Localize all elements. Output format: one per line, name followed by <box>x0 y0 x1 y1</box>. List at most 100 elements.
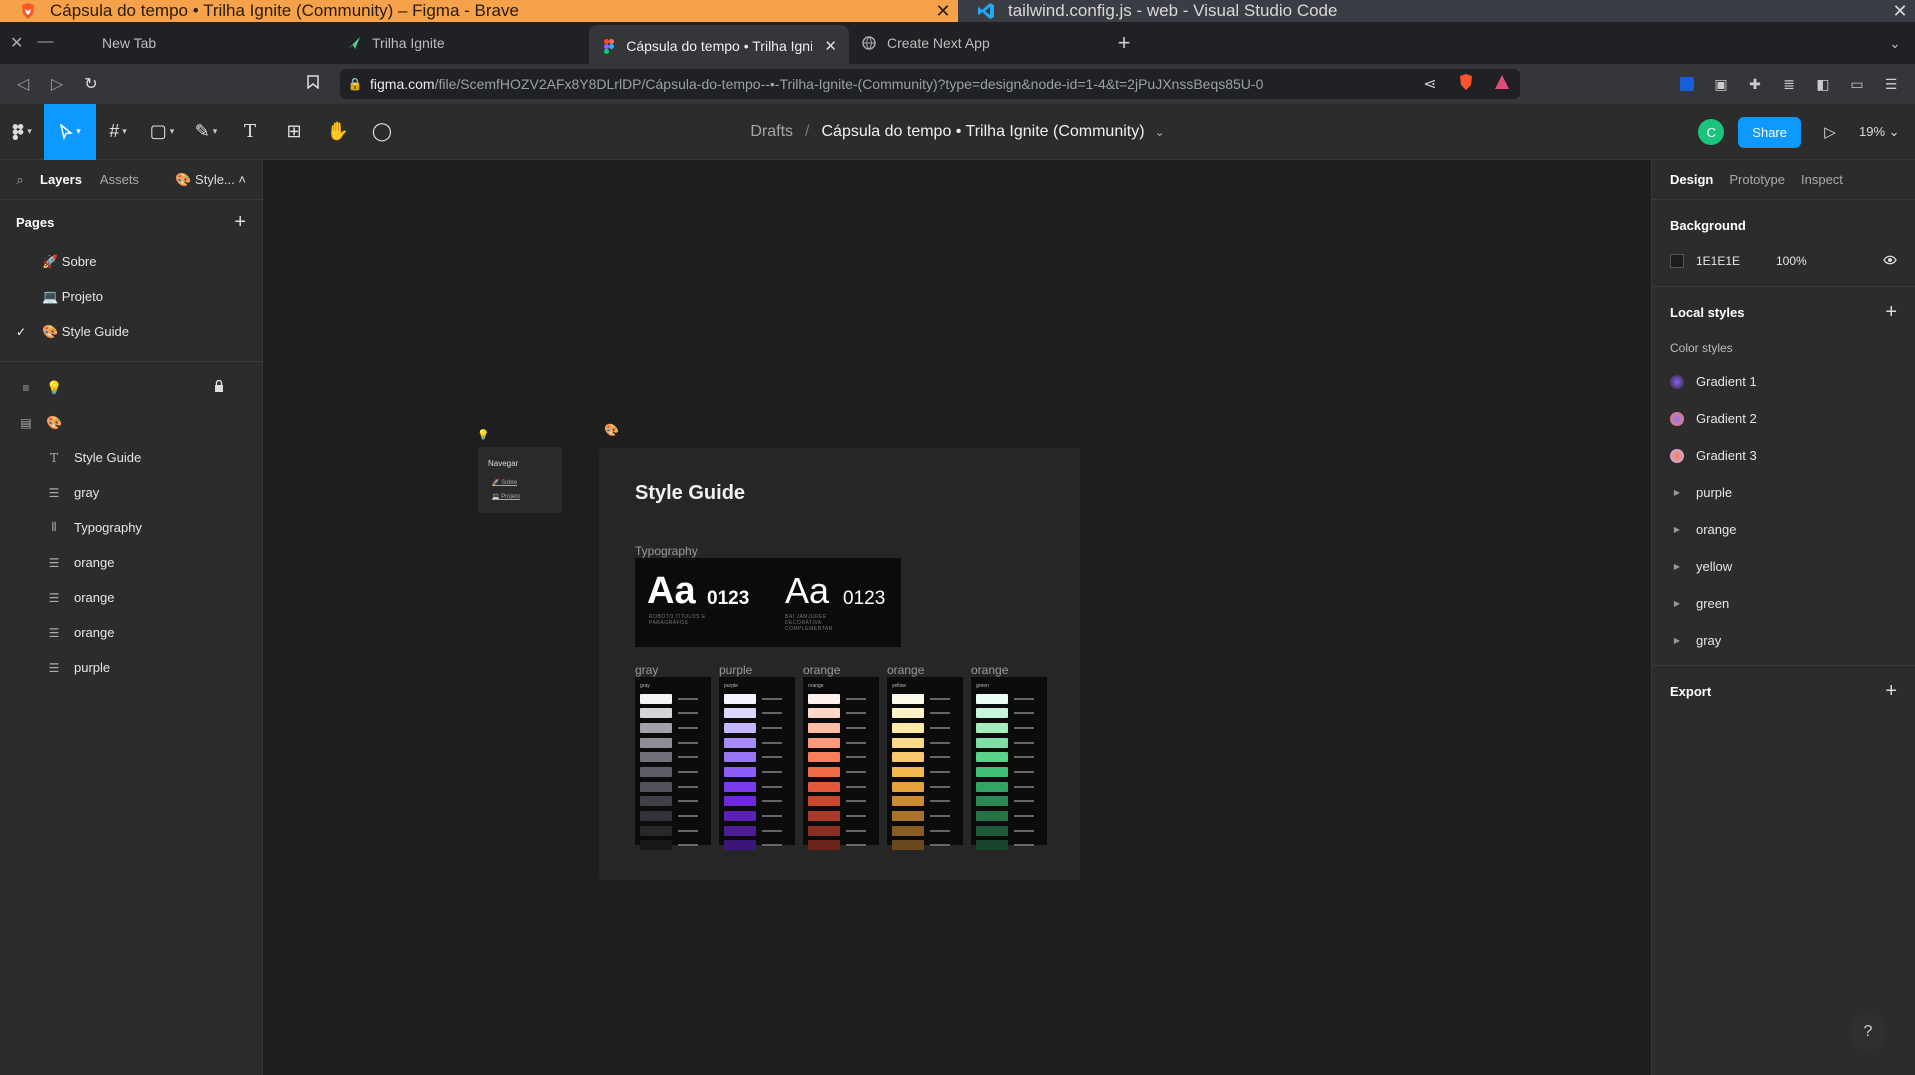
color-style-group[interactable]: ▶ green <box>1670 585 1897 622</box>
layer-row[interactable]: ☰ orange <box>0 545 262 580</box>
color-style-gradient[interactable]: Gradient 2 <box>1670 400 1897 437</box>
tab-search-chevron-icon[interactable]: ⌄ <box>1875 35 1915 52</box>
swatch-column[interactable]: gray <box>635 677 711 851</box>
color-style-group[interactable]: ▶ yellow <box>1670 548 1897 585</box>
reload-icon[interactable]: ↻ <box>74 74 108 94</box>
tab-inspect[interactable]: Inspect <box>1801 172 1843 187</box>
back-icon[interactable]: ◁ <box>6 74 40 94</box>
tab-capsula-do-tempo[interactable]: Cápsula do tempo • Trilha Ignit ✕ <box>589 25 849 67</box>
tab-prototype[interactable]: Prototype <box>1729 172 1785 187</box>
tab-new-tab[interactable]: New Tab <box>64 25 334 61</box>
frame-tool-icon[interactable]: # ▾ <box>96 104 140 160</box>
text-tool-icon[interactable]: T <box>228 104 272 160</box>
swatch-column[interactable]: yellow <box>887 677 963 851</box>
chevron-right-icon[interactable]: ▶ <box>1670 636 1684 645</box>
color-style-label: Gradient 1 <box>1696 374 1757 389</box>
os-window-vscode[interactable]: tailwind.config.js - web - Visual Studio… <box>958 0 1915 22</box>
add-export-plus-icon[interactable]: + <box>1885 680 1897 703</box>
url-text[interactable]: figma.com/file/ScemfHOZV2AFx8Y8DLrlDP/Cá… <box>370 76 1412 92</box>
background-opacity[interactable]: 100% <box>1776 254 1807 268</box>
shape-tool-icon[interactable]: ▢ ▾ <box>140 104 184 160</box>
page-selector[interactable]: 🎨 Style... ˄ <box>175 172 246 188</box>
wallet-icon[interactable]: ▭ <box>1847 74 1867 94</box>
minimize-icon[interactable]: — <box>37 33 53 53</box>
layer-row[interactable]: T Style Guide <box>0 440 262 475</box>
chevron-right-icon[interactable]: ▶ <box>1670 525 1684 534</box>
bitwarden-icon[interactable] <box>1677 74 1697 94</box>
swatch-column[interactable]: orange <box>803 677 879 851</box>
page-item-style-guide[interactable]: ✓ 🎨 Style Guide <box>0 314 262 349</box>
close-tab-icon[interactable]: ✕ <box>824 37 837 55</box>
page-item-projeto[interactable]: 💻 Projeto <box>0 279 262 314</box>
nav-frame[interactable]: Navegar 🚀 Sobre 💻 Projeto <box>478 447 562 513</box>
brave-shields-icon[interactable] <box>1448 73 1484 96</box>
present-play-icon[interactable]: ▷ <box>1815 123 1845 141</box>
swatch-column[interactable]: purple <box>719 677 795 851</box>
add-style-plus-icon[interactable]: + <box>1885 301 1897 324</box>
design-canvas[interactable]: 💡 Navegar 🚀 Sobre 💻 Projeto 🎨 Style Guid… <box>264 160 1651 1075</box>
tab-create-next-app[interactable]: Create Next App <box>849 25 1104 61</box>
chevron-down-icon[interactable]: ⌄ <box>1155 125 1165 139</box>
layer-row[interactable]: ☰ purple <box>0 650 262 685</box>
swatch-row <box>808 693 874 704</box>
color-style-gradient[interactable]: Gradient 3 <box>1670 437 1897 474</box>
puzzle-extensions-icon[interactable]: ✚ <box>1745 74 1765 94</box>
layer-row[interactable]: ≡ 💡 <box>0 370 262 405</box>
close-icon[interactable]: ✕ <box>1885 1 1915 22</box>
layer-row[interactable]: ⫴ Typography <box>0 510 262 545</box>
brave-rewards-icon[interactable] <box>1484 74 1520 95</box>
resources-icon[interactable]: ⊞ <box>272 104 316 160</box>
lock-icon[interactable] <box>214 379 224 395</box>
color-style-gradient[interactable]: Gradient 1 <box>1670 363 1897 400</box>
chevron-right-icon[interactable]: ▶ <box>1670 599 1684 608</box>
page-item-sobre[interactable]: 🚀 Sobre <box>0 244 262 279</box>
chevron-right-icon[interactable]: ▶ <box>1670 562 1684 571</box>
file-name[interactable]: Cápsula do tempo • Trilha Ignite (Commun… <box>821 123 1144 141</box>
nav-link[interactable]: 💻 Projeto <box>492 493 520 500</box>
media-queue-icon[interactable]: ≣ <box>1779 74 1799 94</box>
search-icon[interactable]: ⌕ <box>0 172 40 188</box>
bookmark-icon[interactable] <box>296 74 330 94</box>
color-style-group[interactable]: ▶ purple <box>1670 474 1897 511</box>
chevron-right-icon[interactable]: ▶ <box>1670 488 1684 497</box>
color-style-group[interactable]: ▶ orange <box>1670 511 1897 548</box>
layer-row[interactable]: ☰ orange <box>0 615 262 650</box>
layer-row[interactable]: ☰ orange <box>0 580 262 615</box>
help-button[interactable]: ? <box>1849 1013 1887 1051</box>
close-window-icon[interactable]: ✕ <box>10 33 23 53</box>
layer-row[interactable]: ▤ 🎨 <box>0 405 262 440</box>
background-hex[interactable]: 1E1E1E <box>1696 254 1776 268</box>
comment-tool-icon[interactable]: ◯ <box>360 104 404 160</box>
tab-design[interactable]: Design <box>1670 172 1713 187</box>
typography-card[interactable]: Aa 0123 ROBOTO TÍTULOS E PARÁGRAFOS Aa 0… <box>635 558 901 647</box>
sidebar-toggle-icon[interactable]: ◧ <box>1813 74 1833 94</box>
nav-link[interactable]: 🚀 Sobre <box>492 479 517 486</box>
style-guide-frame[interactable]: Style Guide Typography Aa 0123 ROBOTO TÍ… <box>599 448 1080 880</box>
background-color-swatch[interactable] <box>1670 254 1684 268</box>
tab-assets[interactable]: Assets <box>100 172 139 187</box>
move-tool-icon[interactable]: ▾ <box>44 103 96 160</box>
share-button[interactable]: Share <box>1738 116 1801 148</box>
swatch-column[interactable]: green <box>971 677 1047 851</box>
tab-trilha-ignite[interactable]: Trilha Ignite <box>334 25 589 61</box>
layer-row[interactable]: ☰ gray <box>0 475 262 510</box>
browser-menu-icon[interactable]: ☰ <box>1881 74 1901 94</box>
new-tab-plus-icon[interactable]: + <box>1104 30 1144 56</box>
share-page-icon[interactable]: ⋖ <box>1412 74 1448 94</box>
url-omnibox[interactable]: 🔒 figma.com/file/ScemfHOZV2AFx8Y8DLrlDP/… <box>340 69 1520 99</box>
forward-icon[interactable]: ▷ <box>40 74 74 94</box>
screen-capture-icon[interactable]: ▣ <box>1711 74 1731 94</box>
zoom-menu[interactable]: 19% ⌄ <box>1859 124 1905 140</box>
add-page-plus-icon[interactable]: + <box>234 211 246 234</box>
background-fill-row[interactable]: 1E1E1E 100% <box>1670 246 1897 276</box>
os-window-brave[interactable]: Cápsula do tempo • Trilha Ignite (Commun… <box>0 0 958 22</box>
hand-tool-icon[interactable]: ✋ <box>316 104 360 160</box>
breadcrumb-drafts[interactable]: Drafts <box>750 123 793 141</box>
close-icon[interactable]: ✕ <box>928 1 958 22</box>
color-style-group[interactable]: ▶ gray <box>1670 622 1897 659</box>
figma-main-menu-icon[interactable]: ▾ <box>0 104 44 160</box>
eye-icon[interactable] <box>1883 254 1897 268</box>
avatar[interactable]: C <box>1698 119 1725 145</box>
pen-tool-icon[interactable]: ✎ ▾ <box>184 104 228 160</box>
tab-layers[interactable]: Layers <box>40 172 82 187</box>
